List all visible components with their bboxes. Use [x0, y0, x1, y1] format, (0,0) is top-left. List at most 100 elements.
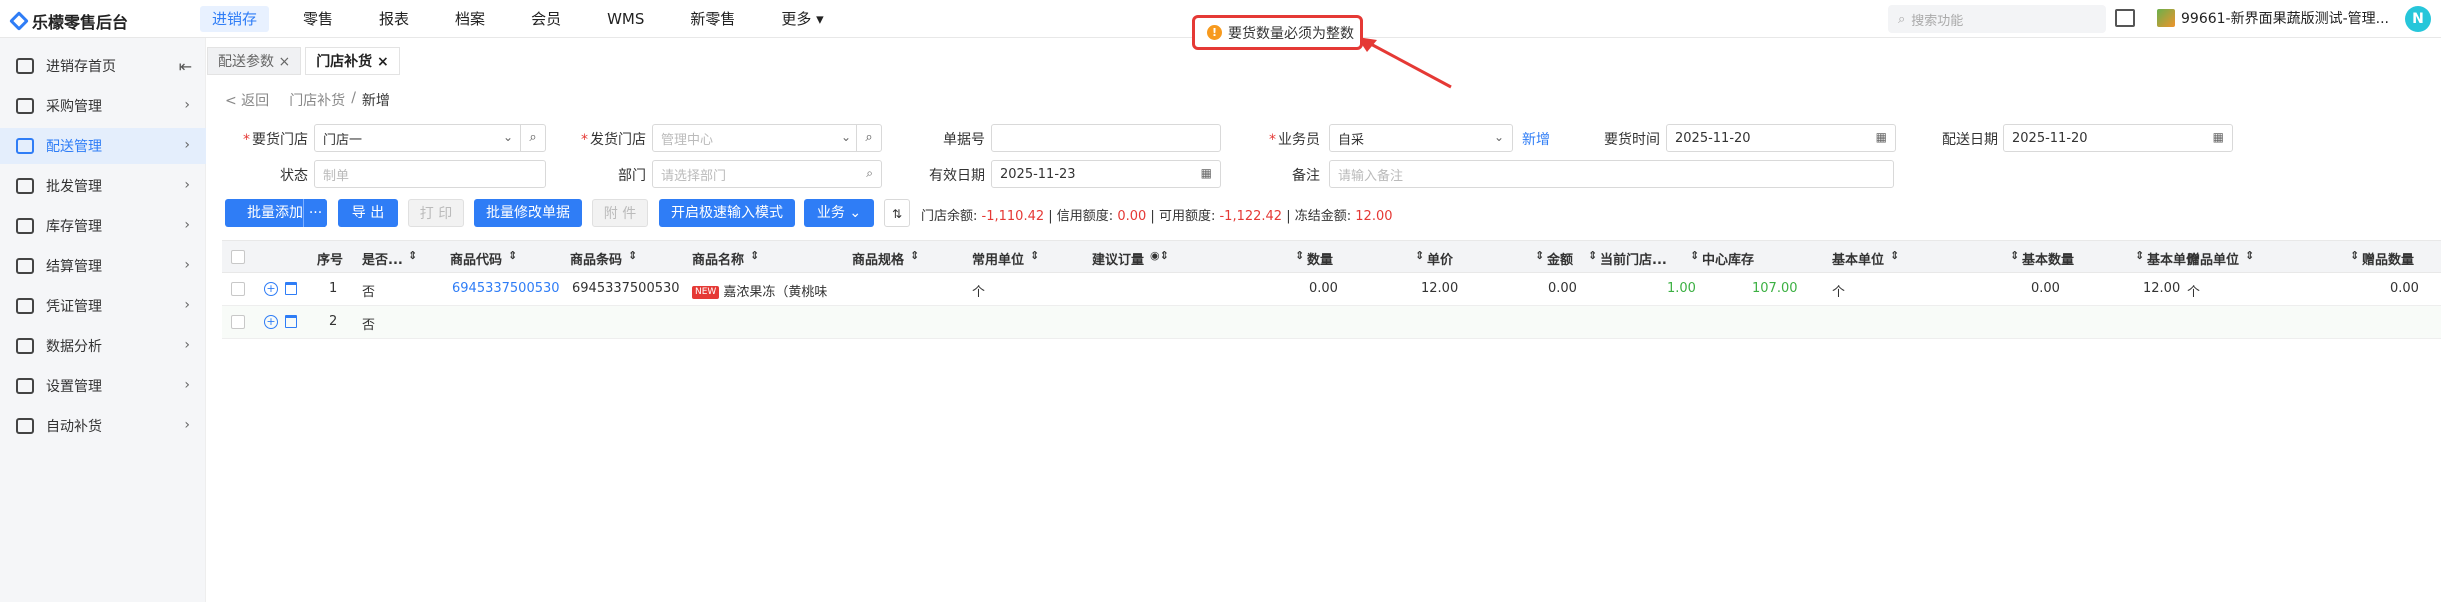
doc-no-input[interactable]: [991, 124, 1221, 152]
store-selector[interactable]: 99661-新界面果蔬版测试-管理...: [2157, 8, 2397, 28]
search-input[interactable]: ⌕ 搜索功能: [1888, 5, 2106, 33]
tab-store-replenish[interactable]: 门店补货 ×: [305, 47, 400, 75]
product-name: NEW 嘉浓果冻（黄桃味: [692, 281, 842, 300]
valid-date-picker[interactable]: 2025-11-23 ▦: [991, 160, 1221, 188]
top-nav-more[interactable]: 更多 ▾: [769, 6, 835, 32]
credit-label: 信用额度:: [1056, 209, 1114, 224]
product-code-link[interactable]: 6945337500530: [452, 281, 560, 296]
row-checkbox[interactable]: [231, 315, 245, 329]
ship-store-select[interactable]: 管理中心 ⌄: [652, 124, 860, 152]
sort-icon[interactable]: ⇕: [2135, 249, 2144, 262]
col-header[interactable]: 赠品单位: [2187, 249, 2239, 268]
fast-input-button[interactable]: 开启极速输入模式: [659, 199, 795, 227]
sort-icon[interactable]: ⇕: [2350, 249, 2359, 262]
batch-add-more-button[interactable]: ···: [303, 199, 327, 227]
add-salesman-link[interactable]: 新增: [1522, 129, 1550, 149]
col-header[interactable]: 金额: [1547, 249, 1573, 268]
sort-icon[interactable]: ⇕: [1588, 249, 1597, 262]
column-settings-icon[interactable]: ⇅: [884, 199, 910, 227]
sidebar-item-settings[interactable]: 设置管理 ›: [0, 368, 206, 404]
sort-icon[interactable]: ⇕: [1535, 249, 1544, 262]
sort-icon[interactable]: ⇕: [508, 249, 517, 262]
printer-icon[interactable]: [2115, 9, 2135, 27]
sidebar-item-home[interactable]: 进销存首页 ⇤: [0, 48, 206, 84]
top-nav-member[interactable]: 会员: [519, 6, 573, 32]
batch-edit-button[interactable]: 批量修改单据: [474, 199, 582, 227]
col-header[interactable]: 序号: [317, 249, 343, 268]
sidebar-item-analytics[interactable]: 数据分析 ›: [0, 328, 206, 364]
col-header[interactable]: 中心库存: [1702, 249, 1754, 268]
col-header[interactable]: 商品规格: [852, 249, 904, 268]
sidebar-item-purchase[interactable]: 采购管理 ›: [0, 88, 206, 124]
ship-store-placeholder: 管理中心: [661, 132, 714, 148]
business-dropdown-button[interactable]: 业务 ⌄: [804, 199, 874, 227]
add-row-icon[interactable]: +: [264, 315, 278, 329]
back-link[interactable]: < 返回: [225, 90, 269, 110]
sort-icon[interactable]: ⇕: [1415, 249, 1424, 262]
gift-qty-cell[interactable]: 0.00: [2390, 281, 2419, 296]
col-header[interactable]: 单价: [1427, 249, 1453, 268]
add-row-icon[interactable]: +: [264, 282, 278, 296]
sort-icon[interactable]: ⇕: [1890, 249, 1899, 262]
request-store-search-button[interactable]: ⌕: [520, 124, 546, 152]
table-row[interactable]: + 1 否 6945337500530 6945337500530 NEW 嘉浓果…: [222, 273, 2441, 306]
salesman-select[interactable]: 自采 ⌄: [1329, 124, 1513, 152]
sort-icon[interactable]: ⇕: [910, 249, 919, 262]
col-header[interactable]: 建议订量: [1092, 249, 1144, 268]
base-qty-cell: 0.00: [2031, 281, 2060, 296]
col-header[interactable]: 是否...: [362, 249, 406, 268]
ship-store-search-button[interactable]: ⌕: [856, 124, 882, 152]
department-select[interactable]: 请选择部门 ⌕: [652, 160, 882, 188]
top-nav-inventory[interactable]: 进销存: [200, 6, 270, 32]
avatar[interactable]: N: [2405, 6, 2431, 32]
top-nav-archive[interactable]: 档案: [443, 6, 497, 32]
sidebar-item-voucher[interactable]: 凭证管理 ›: [0, 288, 206, 324]
delivery-date-picker[interactable]: 2025-11-20 ▦: [2003, 124, 2233, 152]
sort-icon[interactable]: ⇕: [1295, 249, 1304, 262]
table-row[interactable]: + 2 否: [222, 306, 2441, 339]
top-nav-retail[interactable]: 零售: [291, 6, 345, 32]
chevron-right-icon: ›: [184, 177, 190, 193]
col-header[interactable]: 基本单位: [1832, 249, 1884, 268]
delete-row-icon[interactable]: [285, 315, 297, 328]
sort-icon[interactable]: ⇕: [2010, 249, 2019, 262]
col-header[interactable]: 商品代码: [450, 249, 502, 268]
request-time-picker[interactable]: 2025-11-20 ▦: [1666, 124, 1896, 152]
status-value: 制单: [323, 168, 350, 184]
sidebar-item-auto-replenish[interactable]: 自动补货 ›: [0, 408, 206, 444]
sort-icon[interactable]: ⇕: [750, 249, 759, 262]
request-store-select[interactable]: 门店一 ⌄: [314, 124, 522, 152]
sort-icon[interactable]: ⇕: [1690, 249, 1699, 262]
delete-row-icon[interactable]: [285, 282, 297, 295]
col-header[interactable]: 商品条码: [570, 249, 622, 268]
col-header[interactable]: 常用单位: [972, 249, 1024, 268]
sort-icon[interactable]: ⇕: [1030, 249, 1039, 262]
col-header[interactable]: 商品名称: [692, 249, 744, 268]
col-header[interactable]: 基本数量: [2022, 249, 2074, 268]
sort-icon[interactable]: ⇕: [628, 249, 637, 262]
export-button[interactable]: 导 出: [338, 199, 398, 227]
unit-price-cell[interactable]: 12.00: [1421, 281, 1458, 296]
collapse-icon[interactable]: ⇤: [179, 57, 192, 76]
tab-delivery-params[interactable]: 配送参数 ×: [207, 47, 302, 75]
quantity-cell[interactable]: 0.00: [1309, 281, 1338, 296]
calendar-icon: ▦: [2212, 130, 2224, 144]
col-header[interactable]: 当前门店...: [1600, 249, 1686, 268]
breadcrumb-parent[interactable]: 门店补货: [289, 90, 345, 110]
app-logo[interactable]: 乐檬零售后台: [9, 9, 128, 33]
sidebar-item-wholesale[interactable]: 批发管理 ›: [0, 168, 206, 204]
col-header[interactable]: 数量: [1307, 249, 1333, 268]
top-nav-reports[interactable]: 报表: [367, 6, 421, 32]
row-checkbox[interactable]: [231, 282, 245, 296]
sidebar-item-delivery[interactable]: 配送管理 ›: [0, 128, 206, 164]
base-price-cell: 12.00: [2143, 281, 2181, 296]
col-header[interactable]: 赠品数量: [2362, 249, 2414, 268]
sort-icon[interactable]: ⇕: [408, 249, 417, 262]
top-nav-new-retail[interactable]: 新零售: [678, 6, 747, 32]
sidebar-item-inventory[interactable]: 库存管理 ›: [0, 208, 206, 244]
sidebar-item-settlement[interactable]: 结算管理 ›: [0, 248, 206, 284]
select-all-checkbox[interactable]: [231, 250, 245, 264]
top-nav-wms[interactable]: WMS: [595, 6, 656, 32]
sort-icon[interactable]: ⇕: [2245, 249, 2254, 262]
remark-input[interactable]: 请输入备注: [1329, 160, 1894, 188]
